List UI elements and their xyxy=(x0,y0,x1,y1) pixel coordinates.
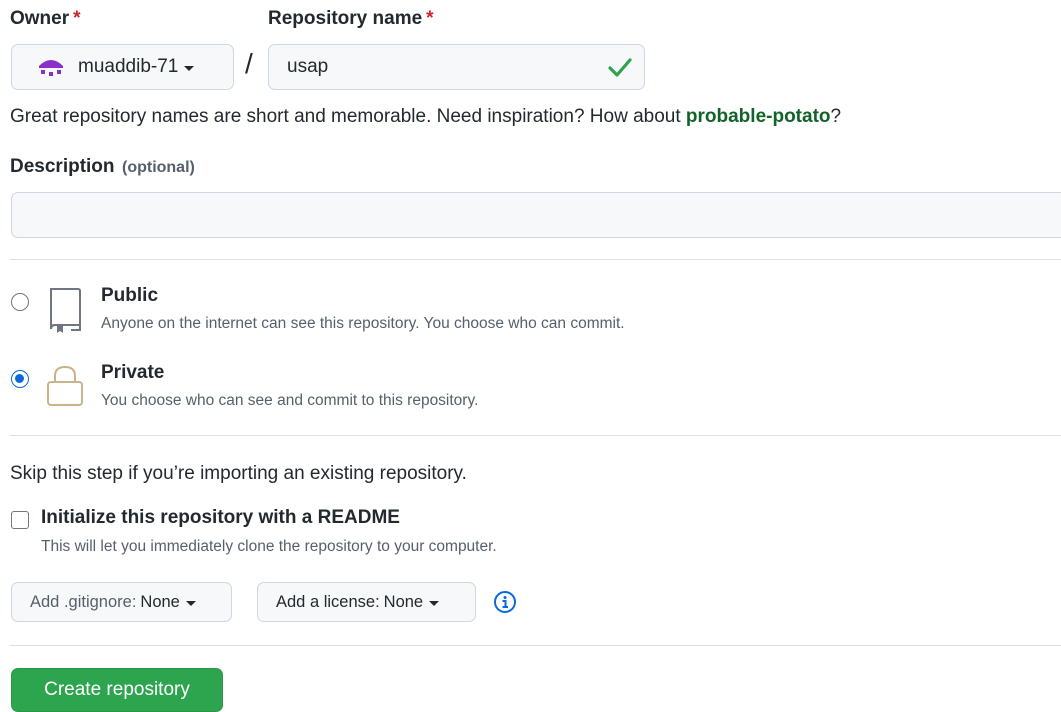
required-mark: * xyxy=(73,8,81,29)
chevron-down-icon xyxy=(185,600,196,606)
gitignore-value: None xyxy=(140,592,180,611)
repo-name-input[interactable] xyxy=(268,44,645,90)
suggested-name-link[interactable]: probable-potato xyxy=(686,106,831,127)
gitignore-dropdown[interactable]: Add .gitignore: None xyxy=(11,582,232,622)
skip-hint: Skip this step if you’re importing an ex… xyxy=(10,463,467,484)
create-repository-button[interactable]: Create repository xyxy=(11,668,223,712)
repo-name-hint: Great repository names are short and mem… xyxy=(10,106,842,127)
public-radio[interactable] xyxy=(11,293,29,311)
public-description: Anyone on the internet can see this repo… xyxy=(101,315,625,332)
optional-hint: (optional) xyxy=(121,159,195,176)
owner-name: muaddib-71 xyxy=(78,56,179,77)
license-dropdown[interactable]: Add a license: None xyxy=(257,582,476,622)
chevron-down-icon xyxy=(429,600,440,606)
owner-repo-separator: / xyxy=(245,48,253,79)
description-input[interactable] xyxy=(11,192,1061,238)
required-mark: * xyxy=(426,8,434,29)
readme-description: This will let you immediately clone the … xyxy=(41,538,497,555)
owner-avatar-icon xyxy=(36,56,66,78)
owner-dropdown[interactable]: muaddib-71 xyxy=(11,44,234,90)
chevron-down-icon xyxy=(184,65,195,71)
repo-icon xyxy=(45,286,85,339)
repo-name-label: Repository name * xyxy=(268,8,434,29)
owner-label: Owner * xyxy=(10,8,81,29)
divider xyxy=(10,645,1061,646)
lock-icon xyxy=(45,364,85,413)
readme-checkbox[interactable] xyxy=(11,511,29,529)
check-icon xyxy=(607,55,633,84)
readme-label[interactable]: Initialize this repository with a README xyxy=(41,507,400,529)
private-description: You choose who can see and commit to thi… xyxy=(101,392,479,409)
private-radio[interactable] xyxy=(11,370,29,388)
description-label: Description (optional) xyxy=(10,156,195,177)
divider xyxy=(10,259,1061,260)
license-value: None xyxy=(383,592,424,611)
info-icon[interactable] xyxy=(493,590,517,619)
private-title: Private xyxy=(101,362,165,383)
divider xyxy=(10,435,1061,436)
public-title: Public xyxy=(101,285,159,306)
